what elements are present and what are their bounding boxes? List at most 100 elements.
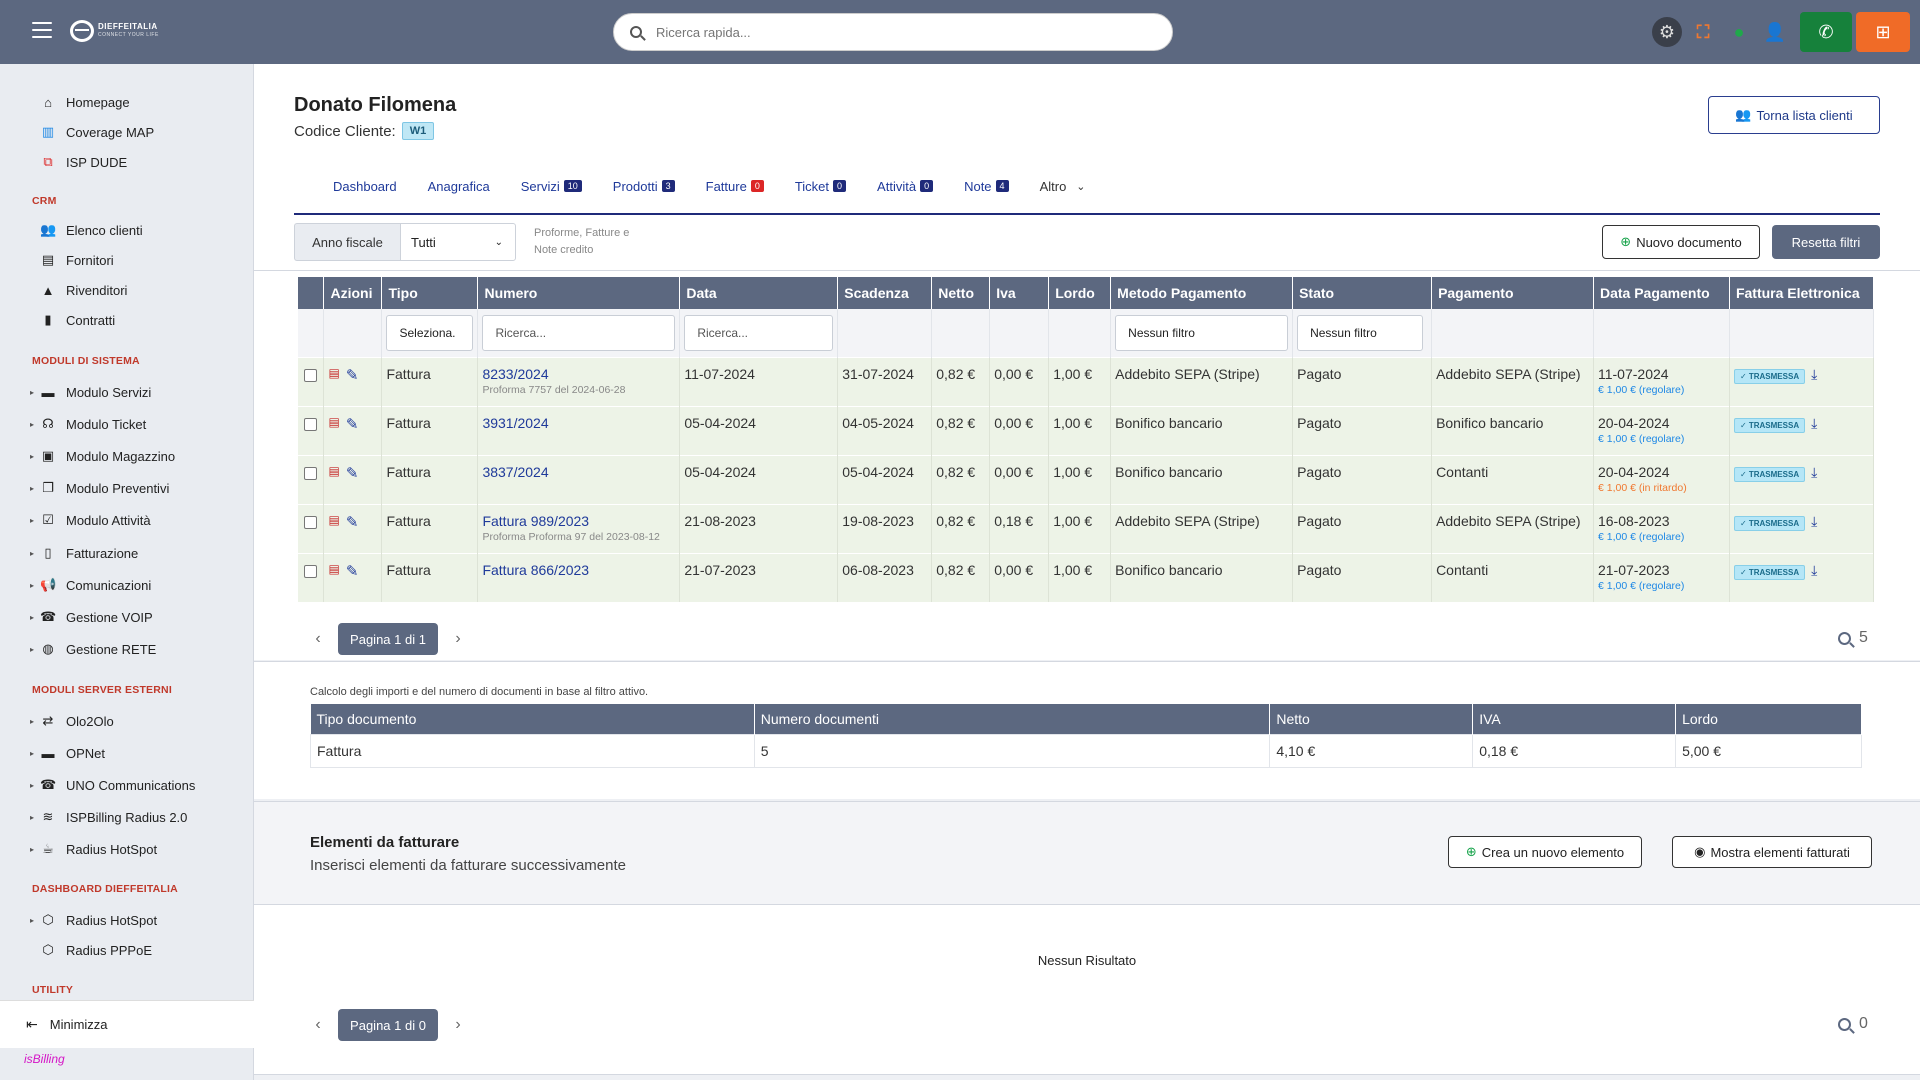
create-element-button[interactable]: ⊕ Crea un nuovo elemento bbox=[1448, 836, 1642, 868]
status-icon[interactable]: ● bbox=[1724, 17, 1754, 47]
page-indicator[interactable]: Pagina 1 di 0 bbox=[338, 1009, 438, 1041]
column-header[interactable]: Data Pagamento bbox=[1593, 277, 1730, 309]
column-header[interactable]: Lordo bbox=[1048, 277, 1112, 309]
logo[interactable]: DIEFFEITALIA CONNECT YOUR LIFE bbox=[70, 20, 159, 42]
reset-filters-button[interactable]: Resetta filtri bbox=[1772, 225, 1880, 259]
new-document-button[interactable]: ⊕ Nuovo documento bbox=[1602, 225, 1760, 259]
sidebar-item-gestione-rete[interactable]: ▸ ◍ Gestione RETE bbox=[30, 636, 156, 662]
pdf-icon[interactable]: ▤ bbox=[328, 415, 339, 433]
sidebar-item-uno-communications[interactable]: ▸ ☎ UNO Communications bbox=[30, 772, 195, 798]
pdf-icon[interactable]: ▤ bbox=[328, 513, 339, 531]
tab-altro[interactable]: Altro ⌄ bbox=[1040, 179, 1086, 194]
edit-icon[interactable]: ✎ bbox=[346, 366, 359, 384]
edit-icon[interactable]: ✎ bbox=[346, 415, 359, 433]
row-checkbox[interactable] bbox=[304, 515, 317, 529]
document-number-link[interactable]: Fattura 989/2023 bbox=[482, 513, 675, 529]
column-header[interactable]: Stato bbox=[1292, 277, 1433, 309]
tab-attivita[interactable]: Attività 0 bbox=[877, 179, 934, 194]
tab-servizi[interactable]: Servizi 10 bbox=[521, 179, 582, 194]
download-icon[interactable]: ⤓ bbox=[1811, 562, 1817, 578]
column-header[interactable]: Data bbox=[679, 277, 839, 309]
sidebar-item-radius-hotspot[interactable]: ▸ ☕ Radius HotSpot bbox=[30, 836, 157, 862]
column-header[interactable]: Numero bbox=[477, 277, 681, 309]
download-icon[interactable]: ⤓ bbox=[1811, 464, 1817, 480]
edit-icon[interactable]: ✎ bbox=[346, 562, 359, 580]
tab-fatture[interactable]: Fatture 0 bbox=[706, 179, 764, 194]
fullscreen-icon[interactable]: ⛶ bbox=[1688, 17, 1718, 47]
quick-search[interactable] bbox=[613, 13, 1173, 51]
fiscal-year-select[interactable]: Tutti ⌄ bbox=[400, 223, 516, 261]
column-header[interactable]: Azioni bbox=[323, 277, 383, 309]
sidebar-item-dash-radius-pppoe[interactable]: ⬡ Radius PPPoE bbox=[40, 937, 152, 963]
tab-anagrafica[interactable]: Anagrafica bbox=[428, 179, 490, 194]
sidebar-item-modulo-servizi[interactable]: ▸ ▬ Modulo Servizi bbox=[30, 379, 151, 405]
pdf-icon[interactable]: ▤ bbox=[328, 464, 339, 482]
edit-icon[interactable]: ✎ bbox=[346, 513, 359, 531]
row-checkbox[interactable] bbox=[304, 417, 317, 431]
sidebar-item-homepage[interactable]: ⌂ Homepage bbox=[40, 89, 130, 115]
data-filter-input[interactable]: Ricerca... bbox=[684, 314, 834, 351]
back-to-clients-button[interactable]: 👥 Torna lista clienti bbox=[1708, 96, 1880, 134]
document-number-link[interactable]: 8233/2024 bbox=[482, 366, 675, 382]
whatsapp-icon[interactable]: ✆ bbox=[1800, 12, 1852, 52]
tipo-filter-select[interactable]: Seleziona. bbox=[386, 314, 474, 351]
column-header[interactable]: Pagamento bbox=[1431, 277, 1594, 309]
sidebar-item-rivenditori[interactable]: ▲ Rivenditori bbox=[40, 277, 128, 303]
sidebar-item-olo2olo[interactable]: ▸ ⇄ Olo2Olo bbox=[30, 708, 114, 734]
sidebar-item-dash-radius-hotspot[interactable]: ▸ ⬡ Radius HotSpot bbox=[30, 907, 157, 933]
stato-filter-select[interactable]: Nessun filtro bbox=[1297, 314, 1424, 351]
chevron-right-icon[interactable]: › bbox=[448, 1016, 468, 1034]
sidebar-item-elenco-clienti[interactable]: 👥 Elenco clienti bbox=[40, 217, 143, 243]
edit-icon[interactable]: ✎ bbox=[346, 464, 359, 482]
column-header[interactable]: Fattura Elettronica bbox=[1729, 277, 1875, 309]
apps-grid-icon[interactable]: ⊞ bbox=[1856, 12, 1910, 52]
row-checkbox[interactable] bbox=[304, 368, 317, 382]
sidebar-item-comunicazioni[interactable]: ▸ 📢 Comunicazioni bbox=[30, 572, 151, 598]
tab-note[interactable]: Note 4 bbox=[964, 179, 1009, 194]
menu-icon[interactable] bbox=[32, 22, 52, 38]
numero-filter-input[interactable]: Ricerca... bbox=[482, 314, 676, 351]
document-number-link[interactable]: 3837/2024 bbox=[482, 464, 675, 480]
cell-data: 05-04-2024 bbox=[679, 405, 839, 455]
download-icon[interactable]: ⤓ bbox=[1811, 513, 1817, 529]
pdf-icon[interactable]: ▤ bbox=[328, 366, 339, 384]
sidebar-item-gestione-voip[interactable]: ▸ ☎ Gestione VOIP bbox=[30, 604, 153, 630]
row-checkbox[interactable] bbox=[304, 466, 317, 480]
sidebar-item-modulo-magazzino[interactable]: ▸ ▣ Modulo Magazzino bbox=[30, 443, 175, 469]
chevron-left-icon[interactable]: ‹ bbox=[308, 630, 328, 648]
search-input[interactable] bbox=[656, 24, 1136, 40]
sidebar-item-fornitori[interactable]: ▤ Fornitori bbox=[40, 247, 114, 273]
download-icon[interactable]: ⤓ bbox=[1811, 415, 1817, 431]
sidebar-item-isp-dude[interactable]: ⧉ ISP DUDE bbox=[40, 149, 127, 175]
metodo-filter-select[interactable]: Nessun filtro bbox=[1115, 314, 1289, 351]
user-icon[interactable]: 👤 bbox=[1760, 17, 1790, 47]
column-header[interactable]: Metodo Pagamento bbox=[1110, 277, 1294, 309]
sidebar-item-modulo-attivita[interactable]: ▸ ☑ Modulo Attività bbox=[30, 507, 151, 533]
tab-ticket[interactable]: Ticket 0 bbox=[795, 179, 847, 194]
sidebar-item-ispbilling-radius[interactable]: ▸ ≋ ISPBilling Radius 2.0 bbox=[30, 804, 187, 830]
chevron-left-icon[interactable]: ‹ bbox=[308, 1016, 328, 1034]
pdf-icon[interactable]: ▤ bbox=[328, 562, 339, 580]
sidebar-item-fatturazione[interactable]: ▸ ▯ Fatturazione bbox=[30, 540, 138, 566]
tab-prodotti[interactable]: Prodotti 3 bbox=[613, 179, 675, 194]
document-number-link[interactable]: 3931/2024 bbox=[482, 415, 675, 431]
document-number-link[interactable]: Fattura 866/2023 bbox=[482, 562, 675, 578]
column-header[interactable]: Netto bbox=[931, 277, 991, 309]
column-header[interactable]: Scadenza bbox=[837, 277, 933, 309]
page-indicator[interactable]: Pagina 1 di 1 bbox=[338, 623, 438, 655]
sidebar-item-opnet[interactable]: ▸ ▬ OPNet bbox=[30, 740, 105, 766]
sidebar-item-modulo-ticket[interactable]: ▸ ☊ Modulo Ticket bbox=[30, 411, 146, 437]
gear-icon[interactable]: ⚙ bbox=[1652, 17, 1682, 47]
column-header[interactable]: Tipo bbox=[381, 277, 479, 309]
column-header[interactable]: Iva bbox=[989, 277, 1050, 309]
chevron-right-icon[interactable]: › bbox=[448, 630, 468, 648]
sidebar-item-modulo-preventivi[interactable]: ▸ ❐ Modulo Preventivi bbox=[30, 475, 169, 501]
download-icon[interactable]: ⤓ bbox=[1811, 366, 1817, 382]
row-checkbox[interactable] bbox=[304, 564, 317, 578]
show-invoiced-button[interactable]: ◉ Mostra elementi fatturati bbox=[1672, 836, 1872, 868]
sidebar-item-coverage-map[interactable]: ▥ Coverage MAP bbox=[40, 119, 154, 145]
payment-subtext: € 1,00 € (regolare) bbox=[1597, 530, 1685, 543]
sidebar-item-contratti[interactable]: ▮ Contratti bbox=[40, 307, 115, 333]
tab-dashboard[interactable]: Dashboard bbox=[333, 179, 397, 194]
minimize-sidebar-button[interactable]: ⇤ Minimizza bbox=[0, 1000, 254, 1048]
